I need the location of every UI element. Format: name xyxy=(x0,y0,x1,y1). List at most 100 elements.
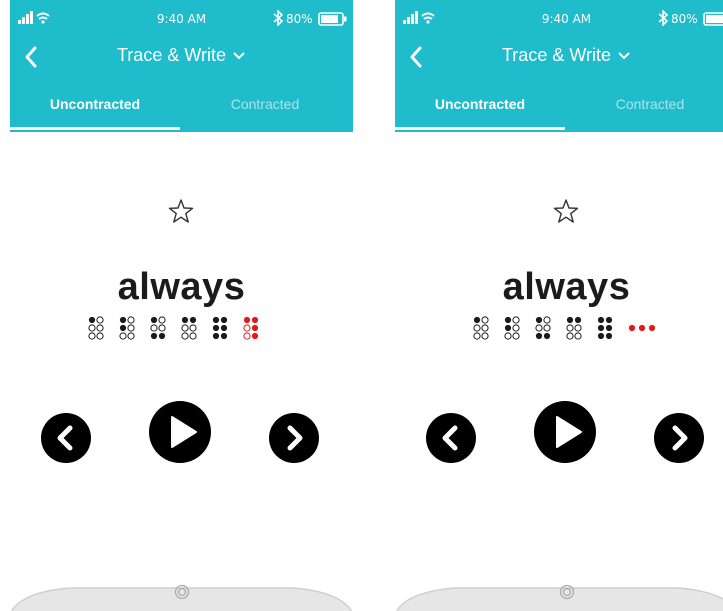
braille-dot xyxy=(512,332,520,340)
braille-dot xyxy=(543,324,551,332)
active-tab-indicator xyxy=(10,127,180,130)
mode-dropdown[interactable]: Trace & Write xyxy=(10,45,353,66)
tab-uncontracted[interactable]: Uncontracted xyxy=(395,96,565,112)
braille-dot xyxy=(181,332,189,340)
braille-dot xyxy=(512,324,520,332)
tab-uncontracted[interactable]: Uncontracted xyxy=(10,96,180,112)
nav-title: Trace & Write xyxy=(501,45,612,65)
braille-dot xyxy=(88,324,96,332)
braille-dot xyxy=(158,316,166,324)
practice-word: always xyxy=(502,266,631,308)
favorite-star-icon[interactable] xyxy=(553,198,579,224)
tab-bar: Uncontracted Contracted xyxy=(10,96,353,132)
braille-dot xyxy=(96,316,104,324)
braille-dot-highlight xyxy=(251,332,259,340)
braille-dot xyxy=(158,332,166,340)
braille-dot xyxy=(605,332,613,340)
nav-title: Trace & Write xyxy=(116,45,227,65)
braille-dot xyxy=(504,316,512,324)
braille-dot-highlight xyxy=(243,332,251,340)
braille-dot xyxy=(504,332,512,340)
braille-dot xyxy=(96,332,104,340)
braille-dot xyxy=(150,324,158,332)
tab-contracted[interactable]: Contracted xyxy=(565,96,723,112)
mode-dropdown[interactable]: Trace & Write xyxy=(395,45,723,66)
braille-dot xyxy=(127,324,135,332)
braille-dot xyxy=(473,316,481,324)
braille-dot xyxy=(127,332,135,340)
braille-dot xyxy=(566,332,574,340)
braille-dot xyxy=(605,324,613,332)
home-button-icon[interactable] xyxy=(174,584,190,600)
phone-screen-uncontracted-b: 9:40 AM 80% Trace & Write Uncontracted C… xyxy=(395,0,723,611)
braille-dot xyxy=(150,316,158,324)
bluetooth-icon xyxy=(658,10,669,26)
battery-percent: 80% xyxy=(671,12,698,26)
braille-dot xyxy=(96,324,104,332)
nav-bar: Trace & Write xyxy=(395,38,723,78)
braille-dot xyxy=(566,316,574,324)
play-button[interactable] xyxy=(148,400,212,464)
braille-dot-highlight xyxy=(243,316,251,324)
active-tab-indicator xyxy=(395,127,565,130)
braille-dot xyxy=(88,332,96,340)
braille-dot xyxy=(119,324,127,332)
braille-dot xyxy=(543,316,551,324)
braille-dot xyxy=(212,316,220,324)
braille-dot xyxy=(481,316,489,324)
battery-percent: 80% xyxy=(286,12,313,26)
braille-cells xyxy=(473,316,656,340)
braille-dot xyxy=(504,324,512,332)
battery-icon xyxy=(318,12,347,26)
braille-dot xyxy=(88,316,96,324)
practice-word: always xyxy=(117,266,246,308)
braille-dot-highlight xyxy=(243,324,251,332)
next-button[interactable] xyxy=(653,412,705,464)
braille-dot xyxy=(181,324,189,332)
braille-dot xyxy=(158,324,166,332)
braille-dot xyxy=(189,332,197,340)
braille-dot-highlight xyxy=(638,324,646,332)
tab-contracted[interactable]: Contracted xyxy=(180,96,350,112)
next-button[interactable] xyxy=(268,412,320,464)
braille-dot-highlight xyxy=(251,324,259,332)
braille-dot xyxy=(574,324,582,332)
braille-dot xyxy=(212,332,220,340)
previous-button[interactable] xyxy=(425,412,477,464)
battery-icon xyxy=(703,12,723,26)
braille-dot xyxy=(481,324,489,332)
braille-dot xyxy=(566,324,574,332)
braille-dot xyxy=(220,316,228,324)
braille-dot xyxy=(189,316,197,324)
nav-bar: Trace & Write xyxy=(10,38,353,78)
favorite-star-icon[interactable] xyxy=(168,198,194,224)
braille-dot xyxy=(605,316,613,324)
braille-dot xyxy=(473,324,481,332)
chevron-down-icon xyxy=(618,52,630,60)
play-button[interactable] xyxy=(533,400,597,464)
tab-bar: Uncontracted Contracted xyxy=(395,96,723,132)
braille-dot xyxy=(481,332,489,340)
braille-dot xyxy=(119,316,127,324)
bluetooth-icon xyxy=(273,10,284,26)
braille-dot xyxy=(119,332,127,340)
status-bar: 9:40 AM 80% xyxy=(10,0,353,38)
braille-dot-highlight xyxy=(251,316,259,324)
braille-dot xyxy=(181,316,189,324)
braille-dot xyxy=(212,324,220,332)
braille-dot xyxy=(127,316,135,324)
previous-button[interactable] xyxy=(40,412,92,464)
braille-dot xyxy=(512,316,520,324)
braille-dot xyxy=(597,324,605,332)
braille-dot-highlight xyxy=(628,324,636,332)
app-header: 9:40 AM 80% Trace & Write Uncontracted C… xyxy=(395,0,723,132)
braille-dot xyxy=(150,332,158,340)
braille-dot xyxy=(574,316,582,324)
phone-screen-uncontracted-a: 9:40 AM 80% Trace & Write Uncontracted C… xyxy=(10,0,353,611)
braille-dot xyxy=(473,332,481,340)
status-bar: 9:40 AM 80% xyxy=(395,0,723,38)
home-button-icon[interactable] xyxy=(559,584,575,600)
braille-dot xyxy=(535,316,543,324)
braille-dot-highlight xyxy=(648,324,656,332)
braille-dot xyxy=(597,332,605,340)
